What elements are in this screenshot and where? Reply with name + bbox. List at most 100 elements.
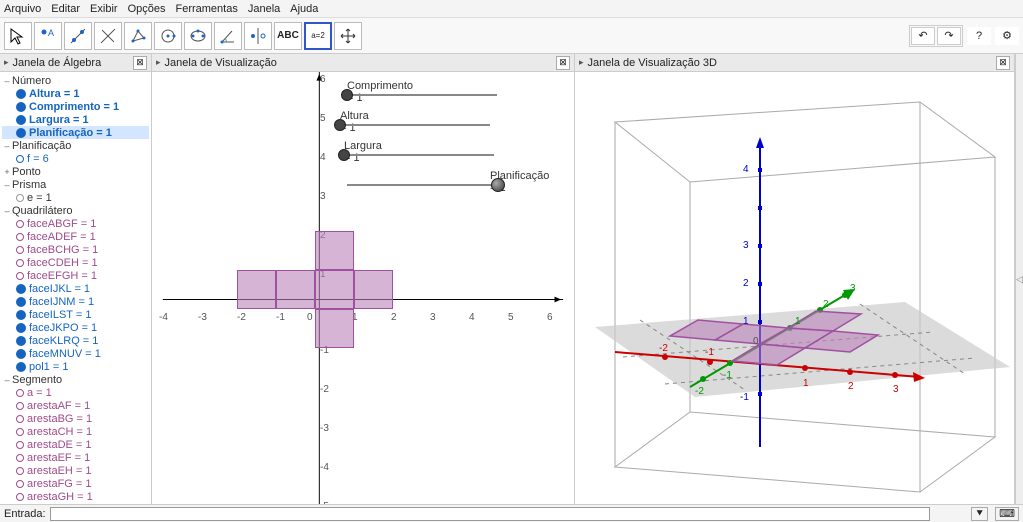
slider-thumb[interactable] bbox=[341, 89, 353, 101]
menu-arquivo[interactable]: Arquivo bbox=[4, 3, 41, 15]
view2d-header[interactable]: ▸ Janela de Visualização ⊠ bbox=[152, 54, 574, 72]
algebra-item[interactable]: arestaCH = 1 bbox=[2, 425, 149, 438]
keyboard-icon[interactable]: ⌨ bbox=[995, 507, 1019, 521]
category-planificação[interactable]: –Planificação bbox=[2, 139, 149, 152]
tool-line[interactable] bbox=[64, 22, 92, 50]
tool-polygon[interactable] bbox=[124, 22, 152, 50]
tool-point[interactable]: A bbox=[34, 22, 62, 50]
tool-angle[interactable] bbox=[214, 22, 242, 50]
algebra-item[interactable]: a = 1 bbox=[2, 386, 149, 399]
slider-thumb[interactable] bbox=[338, 149, 350, 161]
algebra-item[interactable]: faceIJNM = 1 bbox=[2, 295, 149, 308]
category-número[interactable]: –Número bbox=[2, 74, 149, 87]
algebra-item[interactable]: faceABGF = 1 bbox=[2, 217, 149, 230]
algebra-item[interactable]: arestaAF = 1 bbox=[2, 399, 149, 412]
algebra-item[interactable]: arestaDE = 1 bbox=[2, 438, 149, 451]
collapse-icon: ▸ bbox=[156, 57, 161, 68]
svg-text:-2: -2 bbox=[695, 386, 704, 397]
svg-text:-2: -2 bbox=[659, 343, 668, 354]
svg-text:-1: -1 bbox=[740, 392, 749, 403]
collapse-icon: ▸ bbox=[579, 57, 584, 68]
menu-janela[interactable]: Janela bbox=[248, 3, 280, 15]
algebra-item[interactable]: e = 1 bbox=[2, 191, 149, 204]
tool-text[interactable]: ABC bbox=[274, 22, 302, 50]
menu-ferramentas[interactable]: Ferramentas bbox=[175, 3, 237, 15]
algebra-item[interactable]: Comprimento = 1 bbox=[2, 100, 149, 113]
algebra-item[interactable]: faceADEF = 1 bbox=[2, 230, 149, 243]
net-face bbox=[237, 270, 276, 309]
algebra-item[interactable]: arestaEF = 1 bbox=[2, 451, 149, 464]
svg-text:2: 2 bbox=[823, 299, 829, 310]
view3d-header[interactable]: ▸ Janela de Visualização 3D ⊠ bbox=[575, 54, 1014, 72]
menu-exibir[interactable]: Exibir bbox=[90, 3, 118, 15]
algebra-item[interactable]: arestaBG = 1 bbox=[2, 412, 149, 425]
statusbar: Entrada: ⯆ ⌨ bbox=[0, 504, 1023, 522]
help-button[interactable]: ? bbox=[967, 27, 991, 45]
tick-x: -1 bbox=[276, 312, 285, 323]
tick-y: 5 bbox=[320, 113, 326, 124]
dropdown-icon[interactable]: ⯆ bbox=[971, 507, 988, 521]
algebra-item[interactable]: pol1 = 1 bbox=[2, 360, 149, 373]
tool-slider[interactable]: a=2 bbox=[304, 22, 332, 50]
slider-label: Largura = 1 bbox=[344, 140, 382, 164]
algebra-close[interactable]: ⊠ bbox=[133, 56, 147, 70]
view2d-panel: ▸ Janela de Visualização ⊠ -4 -3 -2 -1 0… bbox=[152, 54, 575, 504]
tick-y: 6 bbox=[320, 74, 326, 85]
algebra-item[interactable]: Altura = 1 bbox=[2, 87, 149, 100]
svg-text:A: A bbox=[48, 28, 54, 38]
algebra-item[interactable]: faceCDEH = 1 bbox=[2, 256, 149, 269]
algebra-item[interactable]: faceKLRQ = 1 bbox=[2, 334, 149, 347]
tool-circle[interactable] bbox=[154, 22, 182, 50]
tool-conic[interactable] bbox=[184, 22, 212, 50]
tick-y: -3 bbox=[320, 423, 329, 434]
svg-text:-1: -1 bbox=[723, 370, 732, 381]
view3d-canvas[interactable]: 0 -2 -1 1 2 3 -2 -1 1 2 3 1 2 3 4 -1 bbox=[575, 72, 1014, 504]
menu-opcoes[interactable]: Opções bbox=[128, 3, 166, 15]
command-input[interactable] bbox=[50, 507, 930, 521]
view2d-close[interactable]: ⊠ bbox=[556, 56, 570, 70]
tool-move[interactable] bbox=[4, 22, 32, 50]
undo-button[interactable]: ↶ bbox=[911, 27, 935, 45]
slider-thumb[interactable] bbox=[334, 119, 346, 131]
tick-x: 2 bbox=[391, 312, 397, 323]
tool-reflect[interactable] bbox=[244, 22, 272, 50]
svg-text:1: 1 bbox=[743, 316, 749, 327]
tick-x: 5 bbox=[508, 312, 514, 323]
tool-perpendicular[interactable] bbox=[94, 22, 122, 50]
algebra-item[interactable]: faceIJKL = 1 bbox=[2, 282, 149, 295]
algebra-item[interactable]: faceMNUV = 1 bbox=[2, 347, 149, 360]
category-prisma[interactable]: –Prisma bbox=[2, 178, 149, 191]
category-ponto[interactable]: +Ponto bbox=[2, 165, 149, 178]
tool-pan[interactable] bbox=[334, 22, 362, 50]
category-segmento[interactable]: –Segmento bbox=[2, 373, 149, 386]
tick-x: -4 bbox=[159, 312, 168, 323]
view3d-close[interactable]: ⊠ bbox=[996, 56, 1010, 70]
algebra-item[interactable]: faceEFGH = 1 bbox=[2, 269, 149, 282]
algebra-item[interactable]: Largura = 1 bbox=[2, 113, 149, 126]
algebra-item[interactable]: faceBCHG = 1 bbox=[2, 243, 149, 256]
slider-label: Comprimento = 1 bbox=[347, 80, 413, 104]
slider-thumb[interactable] bbox=[491, 178, 505, 192]
algebra-item[interactable]: faceJKPO = 1 bbox=[2, 321, 149, 334]
view2d-canvas[interactable]: -4 -3 -2 -1 0 1 2 3 4 5 6 6 5 4 3 2 1 -1… bbox=[152, 72, 574, 504]
tick-y: -5 bbox=[320, 501, 329, 504]
svg-text:-1: -1 bbox=[705, 347, 714, 358]
algebra-tree[interactable]: –NúmeroAltura = 1Comprimento = 1Largura … bbox=[0, 72, 151, 504]
algebra-item[interactable]: Planificação = 1 bbox=[2, 126, 149, 139]
net-face bbox=[315, 309, 354, 348]
menubar: Arquivo Editar Exibir Opções Ferramentas… bbox=[0, 0, 1023, 18]
algebra-item[interactable]: faceILST = 1 bbox=[2, 308, 149, 321]
right-sidebar-handle[interactable]: ◁ bbox=[1015, 54, 1023, 504]
algebra-item[interactable]: arestaEH = 1 bbox=[2, 464, 149, 477]
algebra-item[interactable]: arestaGH = 1 bbox=[2, 490, 149, 503]
algebra-item[interactable]: f = 6 bbox=[2, 152, 149, 165]
menu-ajuda[interactable]: Ajuda bbox=[290, 3, 318, 15]
redo-button[interactable]: ↷ bbox=[937, 27, 961, 45]
algebra-item[interactable]: arestaFG = 1 bbox=[2, 477, 149, 490]
category-quadrilátero[interactable]: –Quadrilátero bbox=[2, 204, 149, 217]
settings-button[interactable]: ⚙ bbox=[995, 27, 1019, 45]
svg-text:2: 2 bbox=[743, 278, 749, 289]
menu-editar[interactable]: Editar bbox=[51, 3, 80, 15]
tick-x: -3 bbox=[198, 312, 207, 323]
algebra-header[interactable]: ▸ Janela de Álgebra ⊠ bbox=[0, 54, 151, 72]
